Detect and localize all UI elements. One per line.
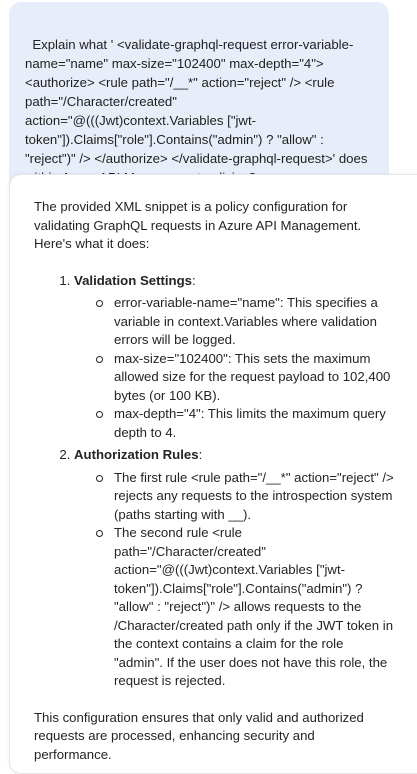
hollow-bullet-icon bbox=[96, 411, 103, 418]
hollow-bullet-icon bbox=[96, 474, 103, 482]
hollow-bullet-icon bbox=[96, 355, 103, 363]
bullet-item: The second rule <rule path="/Character/c… bbox=[96, 524, 396, 691]
bullet-item: The first rule <rule path="/__*" action=… bbox=[96, 469, 396, 525]
bullet-item: max-depth="4": This limits the maximum q… bbox=[96, 405, 396, 442]
bullet-text: error-variable-name="name": This specifi… bbox=[114, 295, 378, 347]
bullet-text: The first rule <rule path="/__*" action=… bbox=[114, 469, 394, 522]
bullet-item: error-variable-name="name": This specifi… bbox=[96, 294, 396, 350]
section-validation-settings: Validation Settings: error-variable-name… bbox=[74, 272, 396, 443]
section-title: Authorization Rules bbox=[74, 447, 199, 462]
bullet-item: max-size="102400": This sets the maximum… bbox=[96, 350, 396, 406]
bullet-text: max-depth="4": This limits the maximum q… bbox=[114, 406, 386, 440]
hollow-bullet-icon bbox=[96, 530, 103, 537]
assistant-message-content: The provided XML snippet is a policy con… bbox=[34, 198, 396, 764]
authorization-bullets: The first rule <rule path="/__*" action=… bbox=[74, 469, 396, 691]
assistant-outro: This configuration ensures that only val… bbox=[34, 709, 364, 762]
bullet-text: The second rule <rule path="/Character/c… bbox=[114, 525, 394, 688]
assistant-intro: The provided XML snippet is a policy con… bbox=[34, 199, 362, 251]
section-authorization-rules: Authorization Rules: The first rule <rul… bbox=[74, 446, 396, 691]
user-message-bubble: Explain what ' <validate-graphql-request… bbox=[9, 2, 389, 199]
bullet-text: max-size="102400": This sets the maximum… bbox=[114, 350, 391, 403]
validation-bullets: error-variable-name="name": This specifi… bbox=[74, 294, 396, 442]
section-title: Validation Settings bbox=[74, 272, 192, 288]
hollow-bullet-icon bbox=[96, 300, 103, 307]
user-message-text: Explain what ' <validate-graphql-request… bbox=[25, 37, 368, 185]
policy-sections-list: Validation Settings: error-variable-name… bbox=[34, 272, 396, 691]
